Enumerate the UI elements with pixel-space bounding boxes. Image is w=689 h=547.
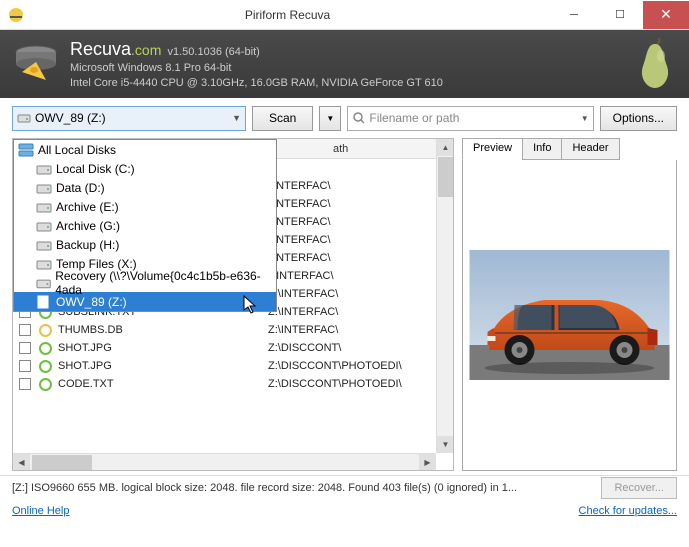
table-row[interactable]: SHOT.JPGZ:\DISCCONT\PHOTOEDI\ [13, 357, 453, 375]
status-text: [Z:] ISO9660 655 MB. logical block size:… [12, 482, 517, 494]
hw-text: Intel Core i5-4440 CPU @ 3.10GHz, 16.0GB… [70, 76, 443, 90]
search-input[interactable]: Filename or path ▼ [347, 106, 593, 131]
file-name: THUMBS.DB [58, 324, 268, 336]
file-path: \INTERFAC\ [270, 180, 331, 192]
row-checkbox[interactable] [19, 378, 31, 390]
recover-button[interactable]: Recover... [601, 477, 677, 499]
file-name: SHOT.JPG [58, 342, 268, 354]
online-help-link[interactable]: Online Help [12, 505, 69, 517]
status-dot [39, 342, 52, 355]
dropdown-item-all-disks[interactable]: All Local Disks [14, 140, 276, 159]
scroll-thumb[interactable] [438, 157, 453, 197]
file-name: SHOT.JPG [58, 360, 268, 372]
window-title: Piriform Recuva [24, 8, 551, 22]
app-icon [8, 7, 24, 23]
version-text: v1.50.1036 (64-bit) [168, 46, 260, 58]
tab-preview[interactable]: Preview [462, 138, 523, 160]
close-button[interactable]: ✕ [643, 1, 689, 29]
minimize-button[interactable]: ─ [551, 1, 597, 29]
search-placeholder: Filename or path [369, 111, 459, 125]
disk-icon [17, 111, 31, 125]
drive-combobox[interactable]: OWV_89 (Z:) ▼ [12, 106, 246, 131]
vertical-scrollbar[interactable]: ▲ ▼ [436, 139, 453, 453]
scroll-left-arrow[interactable]: ◀ [13, 454, 30, 471]
dropdown-item[interactable]: Data (D:) [14, 178, 276, 197]
status-dot [39, 324, 52, 337]
file-path: Z:\DISCCONT\PHOTOEDI\ [268, 360, 402, 372]
path-column-header[interactable]: ath [333, 143, 348, 155]
table-row[interactable]: THUMBS.DBZ:\INTERFAC\ [13, 321, 453, 339]
os-text: Microsoft Windows 8.1 Pro 64-bit [70, 61, 443, 75]
tab-header[interactable]: Header [561, 138, 619, 160]
preview-pane [462, 160, 677, 471]
row-checkbox[interactable] [19, 342, 31, 354]
tab-info[interactable]: Info [522, 138, 562, 160]
table-row[interactable]: CODE.TXTZ:\DISCCONT\PHOTOEDI\ [13, 375, 453, 393]
scan-dropdown-button[interactable]: ▼ [319, 106, 341, 131]
check-updates-link[interactable]: Check for updates... [579, 505, 677, 517]
file-path: \INTERFAC\ [270, 216, 331, 228]
row-checkbox[interactable] [19, 360, 31, 372]
piriform-pear-icon [633, 36, 677, 90]
drive-dropdown-list: All Local DisksLocal Disk (C:)Data (D:)A… [13, 139, 277, 312]
scroll-up-arrow[interactable]: ▲ [437, 139, 454, 156]
row-checkbox[interactable] [19, 324, 31, 336]
recuva-logo-icon [12, 40, 60, 88]
table-row[interactable]: SHOT.JPGZ:\DISCCONT\ [13, 339, 453, 357]
file-path: Z:\INTERFAC\ [268, 324, 338, 336]
options-button[interactable]: Options... [600, 106, 677, 131]
file-path: \INTERFAC\ [270, 252, 331, 264]
brand-name: Recuva [70, 39, 131, 59]
dropdown-item[interactable]: Archive (G:) [14, 216, 276, 235]
dropdown-item[interactable]: Local Disk (C:) [14, 159, 276, 178]
file-path: \INTERFAC\ [270, 234, 331, 246]
cursor-icon [243, 295, 259, 315]
scroll-right-arrow[interactable]: ▶ [419, 454, 436, 471]
file-path: Z:\INTERFAC\ [268, 306, 338, 318]
file-name: CODE.TXT [58, 378, 268, 390]
file-path: \INTERFAC\ [270, 198, 331, 210]
status-dot [39, 360, 52, 373]
chevron-down-icon: ▼ [232, 113, 241, 123]
file-path: Z:\DISCCONT\ [268, 342, 341, 354]
maximize-button[interactable]: ☐ [597, 1, 643, 29]
chevron-down-icon: ▼ [581, 114, 589, 123]
scroll-down-arrow[interactable]: ▼ [437, 436, 454, 453]
status-dot [39, 378, 52, 391]
scan-button[interactable]: Scan [252, 106, 313, 131]
brand-suffix: .com [131, 42, 161, 58]
file-path: :\INTERFAC\ [270, 270, 334, 282]
app-header: Recuva.com v1.50.1036 (64-bit) Microsoft… [0, 30, 689, 98]
file-list-panel: ath \\INTERFAC\\INTERFAC\\INTERFAC\\INTE… [12, 138, 454, 471]
file-path: Z:\DISCCONT\PHOTOEDI\ [268, 378, 402, 390]
horizontal-scrollbar[interactable]: ◀ ▶ [13, 453, 436, 470]
file-path: Z:\INTERFAC\ [268, 288, 338, 300]
dropdown-item[interactable]: Backup (H:) [14, 235, 276, 254]
preview-image [467, 250, 672, 380]
dropdown-item[interactable]: Archive (E:) [14, 197, 276, 216]
dropdown-item[interactable]: Recovery (\\?\Volume{0c4c1b5b-e636-4ada [14, 273, 276, 292]
scroll-thumb[interactable] [32, 455, 92, 470]
search-icon [352, 111, 366, 125]
drive-selected-text: OWV_89 (Z:) [35, 111, 106, 125]
